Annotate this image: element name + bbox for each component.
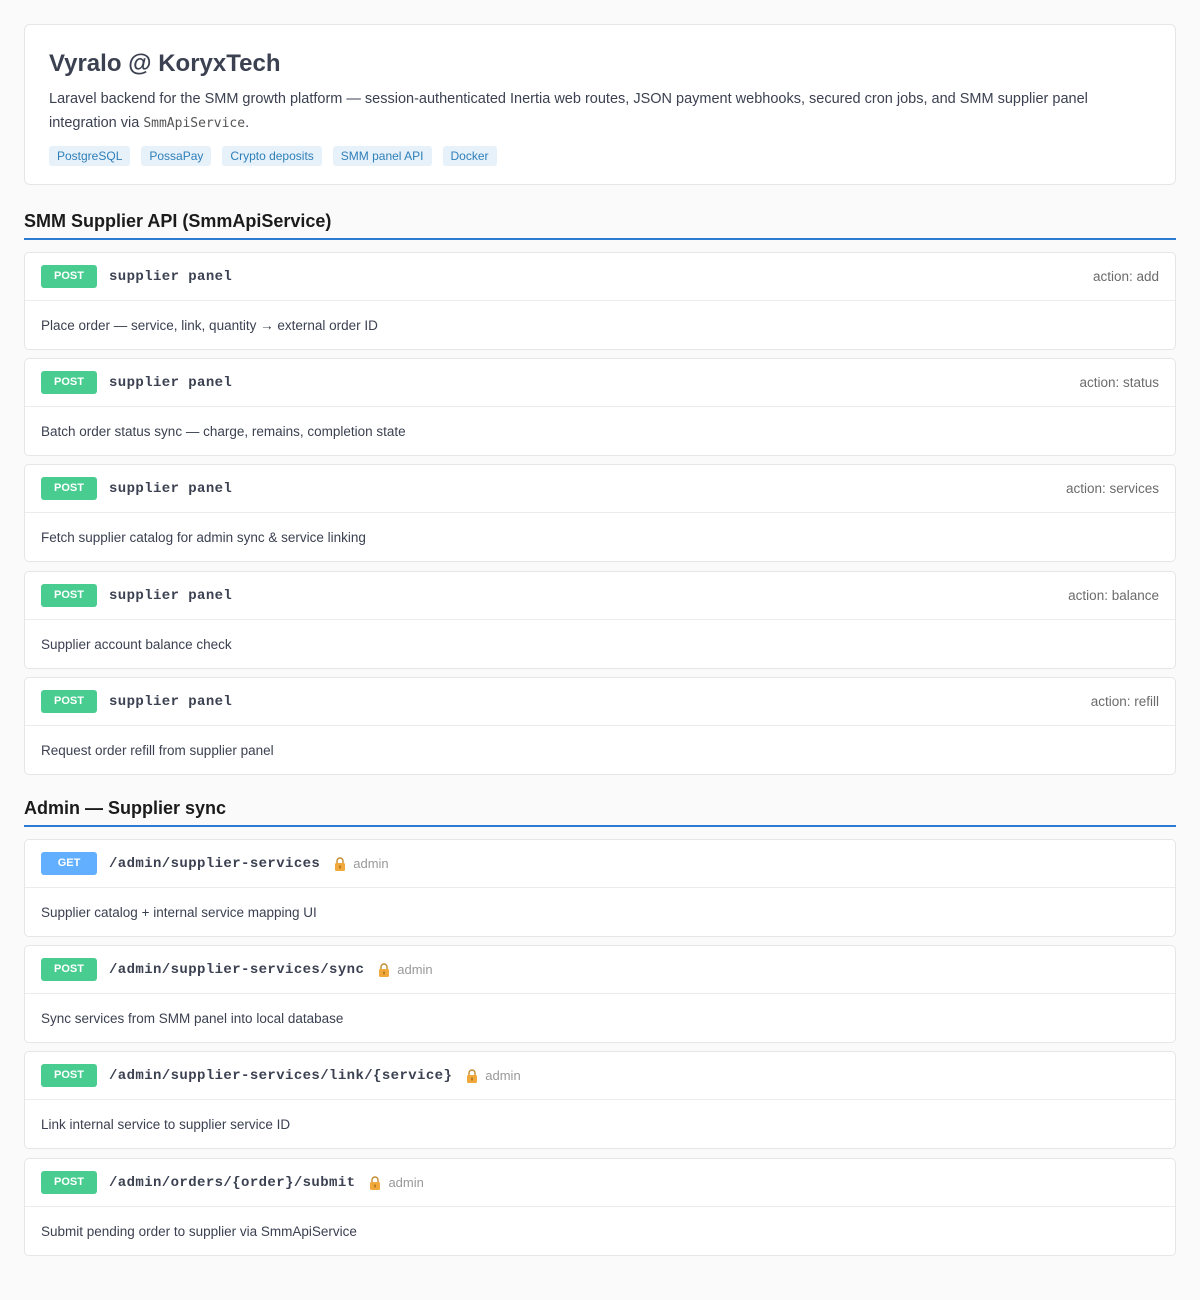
lock-icon: [335, 856, 346, 871]
auth-label: admin: [397, 962, 433, 977]
auth-label: admin: [485, 1068, 521, 1083]
tag-postgresql[interactable]: PostgreSQL: [49, 146, 131, 166]
method-badge: POST: [41, 1171, 97, 1194]
operation-description: Submit pending order to supplier via Smm…: [41, 1223, 357, 1239]
auth-indicator[interactable]: admin: [369, 1175, 424, 1190]
operation-path: /admin/supplier-services/link/{service}: [109, 1067, 453, 1084]
operation-path: /admin/supplier-services/sync: [109, 961, 365, 978]
lock-icon: [379, 962, 390, 977]
operation-post-supplier-services-link[interactable]: POST /admin/supplier-services/link/{serv…: [24, 1051, 1176, 1149]
operation-path: supplier panel: [109, 480, 233, 497]
method-badge: POST: [41, 371, 97, 394]
operation-post-supplier-services-sync[interactable]: POST /admin/supplier-services/sync admin…: [24, 945, 1176, 1043]
tag-smm-panel-api[interactable]: SMM panel API: [332, 146, 432, 166]
section-title-admin-supplier-sync[interactable]: Admin — Supplier sync: [24, 796, 1176, 827]
operation-header[interactable]: POST supplier panel action: balance: [25, 572, 1175, 620]
operation-services[interactable]: POST supplier panel action: services Fet…: [24, 464, 1176, 562]
operation-description: Sync services from SMM panel into local …: [41, 1010, 344, 1026]
method-badge: GET: [41, 852, 97, 875]
lock-icon: [467, 1068, 478, 1083]
operation-header[interactable]: POST supplier panel action: refill: [25, 678, 1175, 726]
operation-action-note: action: refill: [1090, 694, 1159, 709]
operation-header[interactable]: POST supplier panel action: status: [25, 359, 1175, 407]
api-description: Laravel backend for the SMM growth platf…: [49, 87, 1151, 136]
auth-label: admin: [388, 1175, 424, 1190]
method-badge: POST: [41, 584, 97, 607]
operation-post-orders-submit[interactable]: POST /admin/orders/{order}/submit admin …: [24, 1158, 1176, 1256]
operation-header[interactable]: POST /admin/supplier-services/link/{serv…: [25, 1052, 1175, 1100]
operation-description: Link internal service to supplier servic…: [41, 1116, 291, 1132]
operation-description: Place order — service, link, quantity → …: [41, 317, 378, 333]
operation-header[interactable]: GET /admin/supplier-services admin: [25, 840, 1175, 888]
api-description-end: .: [245, 115, 250, 131]
operation-path: supplier panel: [109, 693, 233, 710]
operation-balance[interactable]: POST supplier panel action: balance Supp…: [24, 571, 1176, 669]
auth-indicator[interactable]: admin: [334, 856, 389, 871]
operation-description: Supplier catalog + internal service mapp…: [41, 904, 317, 920]
lock-icon: [370, 1175, 381, 1190]
operation-action-note: action: add: [1092, 269, 1159, 284]
operation-description: Fetch supplier catalog for admin sync & …: [41, 529, 366, 545]
operation-description: Request order refill from supplier panel: [41, 742, 274, 758]
operation-path: /admin/orders/{order}/submit: [109, 1174, 356, 1191]
operation-path: supplier panel: [109, 374, 233, 391]
api-info-card: Vyralo @ KoryxTech Laravel backend for t…: [24, 24, 1176, 185]
operation-refill[interactable]: POST supplier panel action: refill Reque…: [24, 677, 1176, 775]
tag-possapay[interactable]: PossaPay: [141, 146, 212, 166]
operation-header[interactable]: POST supplier panel action: add: [25, 253, 1175, 301]
operation-path: /admin/supplier-services: [109, 855, 321, 872]
operation-status[interactable]: POST supplier panel action: status Batch…: [24, 358, 1176, 456]
method-badge: POST: [41, 690, 97, 713]
operation-header[interactable]: POST supplier panel action: services: [25, 465, 1175, 513]
operation-header[interactable]: POST /admin/supplier-services/sync admin: [25, 946, 1175, 994]
tag-list: PostgreSQL PossaPay Crypto deposits SMM …: [49, 146, 1151, 166]
api-description-code: SmmApiService: [143, 116, 246, 131]
tag-docker[interactable]: Docker: [442, 146, 497, 166]
method-badge: POST: [41, 477, 97, 500]
tag-crypto-deposits[interactable]: Crypto deposits: [222, 146, 322, 166]
auth-indicator[interactable]: admin: [466, 1068, 521, 1083]
method-badge: POST: [41, 958, 97, 981]
method-badge: POST: [41, 265, 97, 288]
auth-label: admin: [353, 856, 389, 871]
operation-description: Supplier account balance check: [41, 636, 232, 652]
section-title-smm-supplier-api[interactable]: SMM Supplier API (SmmApiService): [24, 209, 1176, 240]
operation-action-note: action: status: [1079, 375, 1159, 390]
operation-action-note: action: services: [1065, 481, 1159, 496]
operation-add[interactable]: POST supplier panel action: add Place or…: [24, 252, 1176, 350]
operation-action-note: action: balance: [1068, 588, 1159, 603]
operation-description: Batch order status sync — charge, remain…: [41, 423, 406, 439]
operation-path: supplier panel: [109, 268, 233, 285]
operation-path: supplier panel: [109, 587, 233, 604]
operation-get-supplier-services[interactable]: GET /admin/supplier-services admin Suppl…: [24, 839, 1176, 937]
method-badge: POST: [41, 1064, 97, 1087]
api-title: Vyralo @ KoryxTech: [49, 50, 281, 77]
operation-header[interactable]: POST /admin/orders/{order}/submit admin: [25, 1159, 1175, 1207]
auth-indicator[interactable]: admin: [378, 962, 433, 977]
